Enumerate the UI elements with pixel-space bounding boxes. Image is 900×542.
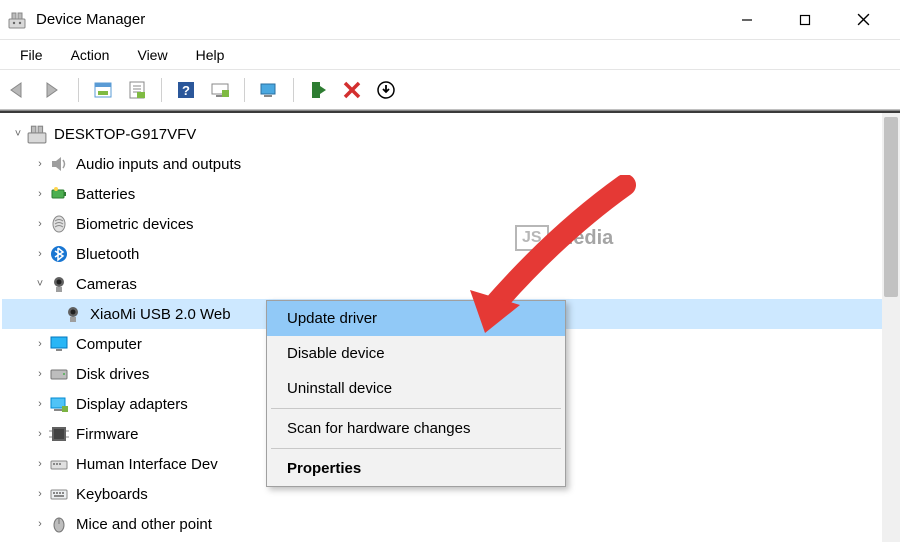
- menu-action[interactable]: Action: [57, 43, 124, 67]
- tree-node-label: Firmware: [76, 426, 139, 443]
- ctx-separator: [271, 448, 561, 449]
- tree-node-label: Audio inputs and outputs: [76, 156, 241, 173]
- tree-node-mice[interactable]: › Mice and other point: [2, 509, 898, 539]
- tree-node-batteries[interactable]: › Batteries: [2, 179, 898, 209]
- expand-icon[interactable]: ›: [32, 158, 48, 170]
- collapse-icon[interactable]: ˅: [10, 128, 26, 140]
- tree-node-label: Mice and other point: [76, 516, 212, 533]
- camera-icon: [62, 303, 84, 325]
- tree-node-bluetooth[interactable]: › Bluetooth: [2, 239, 898, 269]
- mouse-icon: [48, 513, 70, 535]
- toolbar: ?: [0, 70, 900, 110]
- uninstall-device-button[interactable]: [372, 76, 400, 104]
- tree-node-label: Keyboards: [76, 486, 148, 503]
- ctx-scan-hardware[interactable]: Scan for hardware changes: [267, 411, 565, 446]
- expand-icon[interactable]: ›: [32, 458, 48, 470]
- tree-node-label: Human Interface Dev: [76, 456, 218, 473]
- app-icon: [8, 11, 26, 29]
- tree-node-biometric[interactable]: › Biometric devices: [2, 209, 898, 239]
- vertical-scrollbar[interactable]: [882, 113, 900, 542]
- battery-icon: [48, 183, 70, 205]
- tree-node-label: Disk drives: [76, 366, 149, 383]
- toolbar-separator: [293, 78, 294, 102]
- tree-node-label: Computer: [76, 336, 142, 353]
- expand-icon[interactable]: ›: [32, 428, 48, 440]
- tree-node-audio[interactable]: › Audio inputs and outputs: [2, 149, 898, 179]
- show-hidden-button[interactable]: [89, 76, 117, 104]
- expand-icon[interactable]: ›: [32, 188, 48, 200]
- ctx-separator: [271, 408, 561, 409]
- expand-icon[interactable]: ›: [32, 398, 48, 410]
- tree-root[interactable]: ˅ DESKTOP-G917VFV: [2, 119, 898, 149]
- ctx-disable-device[interactable]: Disable device: [267, 336, 565, 371]
- help-button[interactable]: ?: [172, 76, 200, 104]
- camera-icon: [48, 273, 70, 295]
- firmware-icon: [48, 423, 70, 445]
- expand-icon[interactable]: ›: [32, 488, 48, 500]
- fingerprint-icon: [48, 213, 70, 235]
- menu-view[interactable]: View: [123, 43, 181, 67]
- tree-node-label: Display adapters: [76, 396, 188, 413]
- expand-icon[interactable]: ›: [32, 518, 48, 530]
- computer-icon: [26, 123, 48, 145]
- properties-button[interactable]: [123, 76, 151, 104]
- ctx-update-driver[interactable]: Update driver: [267, 301, 565, 336]
- disk-icon: [48, 363, 70, 385]
- scan-hardware-button[interactable]: [206, 76, 234, 104]
- titlebar: Device Manager: [0, 0, 900, 40]
- collapse-icon[interactable]: ˅: [32, 278, 48, 290]
- scrollbar-thumb[interactable]: [884, 117, 898, 297]
- tree-root-label: DESKTOP-G917VFV: [54, 126, 196, 143]
- forward-button[interactable]: [40, 76, 68, 104]
- hid-icon: [48, 453, 70, 475]
- back-button[interactable]: [6, 76, 34, 104]
- tree-node-label: XiaoMi USB 2.0 Web: [90, 306, 231, 323]
- tree-node-label: Batteries: [76, 186, 135, 203]
- menu-file[interactable]: File: [6, 43, 57, 67]
- tree-node-label: Bluetooth: [76, 246, 139, 263]
- minimize-button[interactable]: [718, 0, 776, 40]
- menu-help[interactable]: Help: [182, 43, 239, 67]
- toolbar-separator: [161, 78, 162, 102]
- monitor-icon: [48, 333, 70, 355]
- display-adapter-icon: [48, 393, 70, 415]
- tree-node-label: Cameras: [76, 276, 137, 293]
- toolbar-separator: [78, 78, 79, 102]
- speaker-icon: [48, 153, 70, 175]
- enable-device-button[interactable]: [304, 76, 332, 104]
- window-controls: [718, 0, 892, 40]
- tree-node-label: Biometric devices: [76, 216, 194, 233]
- disable-device-button[interactable]: [338, 76, 366, 104]
- watermark: JS Media: [515, 225, 613, 251]
- context-menu: Update driver Disable device Uninstall d…: [266, 300, 566, 487]
- expand-icon[interactable]: ›: [32, 368, 48, 380]
- expand-icon[interactable]: ›: [32, 218, 48, 230]
- watermark-text: Media: [557, 227, 614, 250]
- window-title: Device Manager: [36, 11, 718, 28]
- ctx-uninstall-device[interactable]: Uninstall device: [267, 371, 565, 406]
- maximize-button[interactable]: [776, 0, 834, 40]
- expand-icon[interactable]: ›: [32, 338, 48, 350]
- svg-text:?: ?: [182, 83, 190, 98]
- menubar: File Action View Help: [0, 40, 900, 70]
- tree-node-cameras[interactable]: ˅ Cameras: [2, 269, 898, 299]
- watermark-badge: JS: [515, 225, 549, 251]
- bluetooth-icon: [48, 243, 70, 265]
- update-driver-button[interactable]: [255, 76, 283, 104]
- toolbar-separator: [244, 78, 245, 102]
- keyboard-icon: [48, 483, 70, 505]
- ctx-properties[interactable]: Properties: [267, 451, 565, 486]
- expand-icon[interactable]: ›: [32, 248, 48, 260]
- close-button[interactable]: [834, 0, 892, 40]
